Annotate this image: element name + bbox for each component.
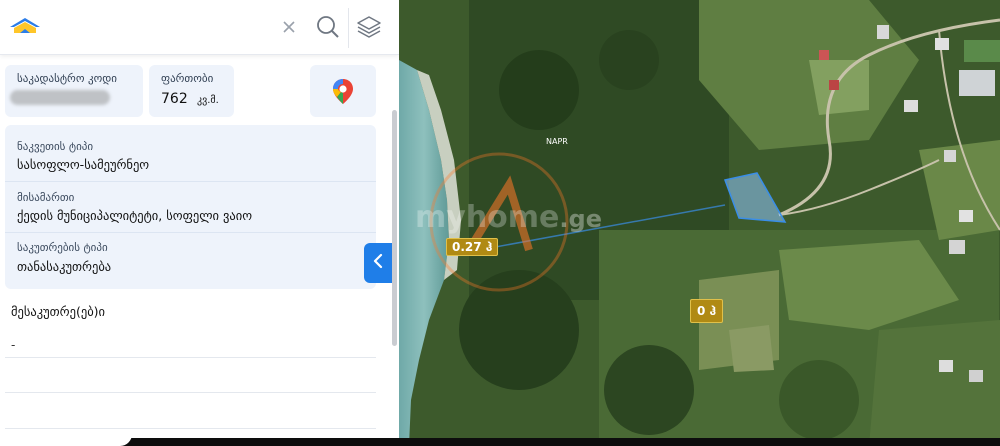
toolbar-divider xyxy=(348,8,349,48)
google-maps-pin-icon xyxy=(332,78,354,109)
row-divider xyxy=(5,392,376,393)
watermark-text: myhome xyxy=(415,200,560,235)
myhome-logo-icon[interactable] xyxy=(8,16,42,38)
parcel-type-value: სასოფლო-სამეურნეო xyxy=(17,157,150,172)
ownership-type-value: თანასაკუთრება xyxy=(17,259,112,274)
area-value: 762 xyxy=(161,91,188,107)
napr-label: NAPR xyxy=(546,137,568,146)
ownership-type-label: საკუთრების ტიპი xyxy=(17,241,108,254)
parcel-type-label: ნაკვეთის ტიპი xyxy=(17,140,94,153)
cadastral-code-redacted xyxy=(10,90,110,105)
watermark-suffix: .ge xyxy=(559,205,602,233)
row-divider xyxy=(5,357,376,358)
area-unit: კვ.მ. xyxy=(197,95,219,106)
cadastral-code-label: საკადასტრო კოდი xyxy=(17,72,117,85)
google-maps-button[interactable] xyxy=(310,65,376,117)
chevron-left-icon xyxy=(372,253,384,273)
owners-value: - xyxy=(11,338,16,352)
search-icon[interactable] xyxy=(315,14,341,40)
row-divider xyxy=(5,428,376,429)
top-bar xyxy=(0,0,399,55)
divider xyxy=(5,232,376,233)
panel-bottom-corner xyxy=(0,432,132,446)
area-label: ფართობი xyxy=(161,72,214,85)
side-panel: საკადასტრო კოდი ფართობი 762 კვ.მ. ნაკვეთ… xyxy=(0,0,399,446)
owners-title: მესაკუთრე(ებ)ი xyxy=(11,304,106,319)
myhome-watermark: myhome.ge xyxy=(415,200,602,235)
address-label: მისამართი xyxy=(17,191,75,204)
address-value: ქედის მუნიციპალიტეტი, სოფელი ვაიო xyxy=(17,208,253,223)
close-icon[interactable] xyxy=(276,14,302,40)
divider xyxy=(5,181,376,182)
layers-icon[interactable] xyxy=(356,14,382,40)
system-bottom-bar xyxy=(0,438,1000,446)
parcel-area-tag[interactable]: 0 ჰ xyxy=(690,299,724,323)
parcel-area-tag[interactable]: 0.27 ჰ xyxy=(446,238,499,256)
area-card: ფართობი 762 კვ.მ. xyxy=(149,65,234,117)
parcel-details-box: ნაკვეთის ტიპი სასოფლო-სამეურნეო მისამართ… xyxy=(5,125,376,289)
panel-toggle-button[interactable] xyxy=(364,243,392,283)
panel-scrollbar[interactable] xyxy=(392,110,397,346)
